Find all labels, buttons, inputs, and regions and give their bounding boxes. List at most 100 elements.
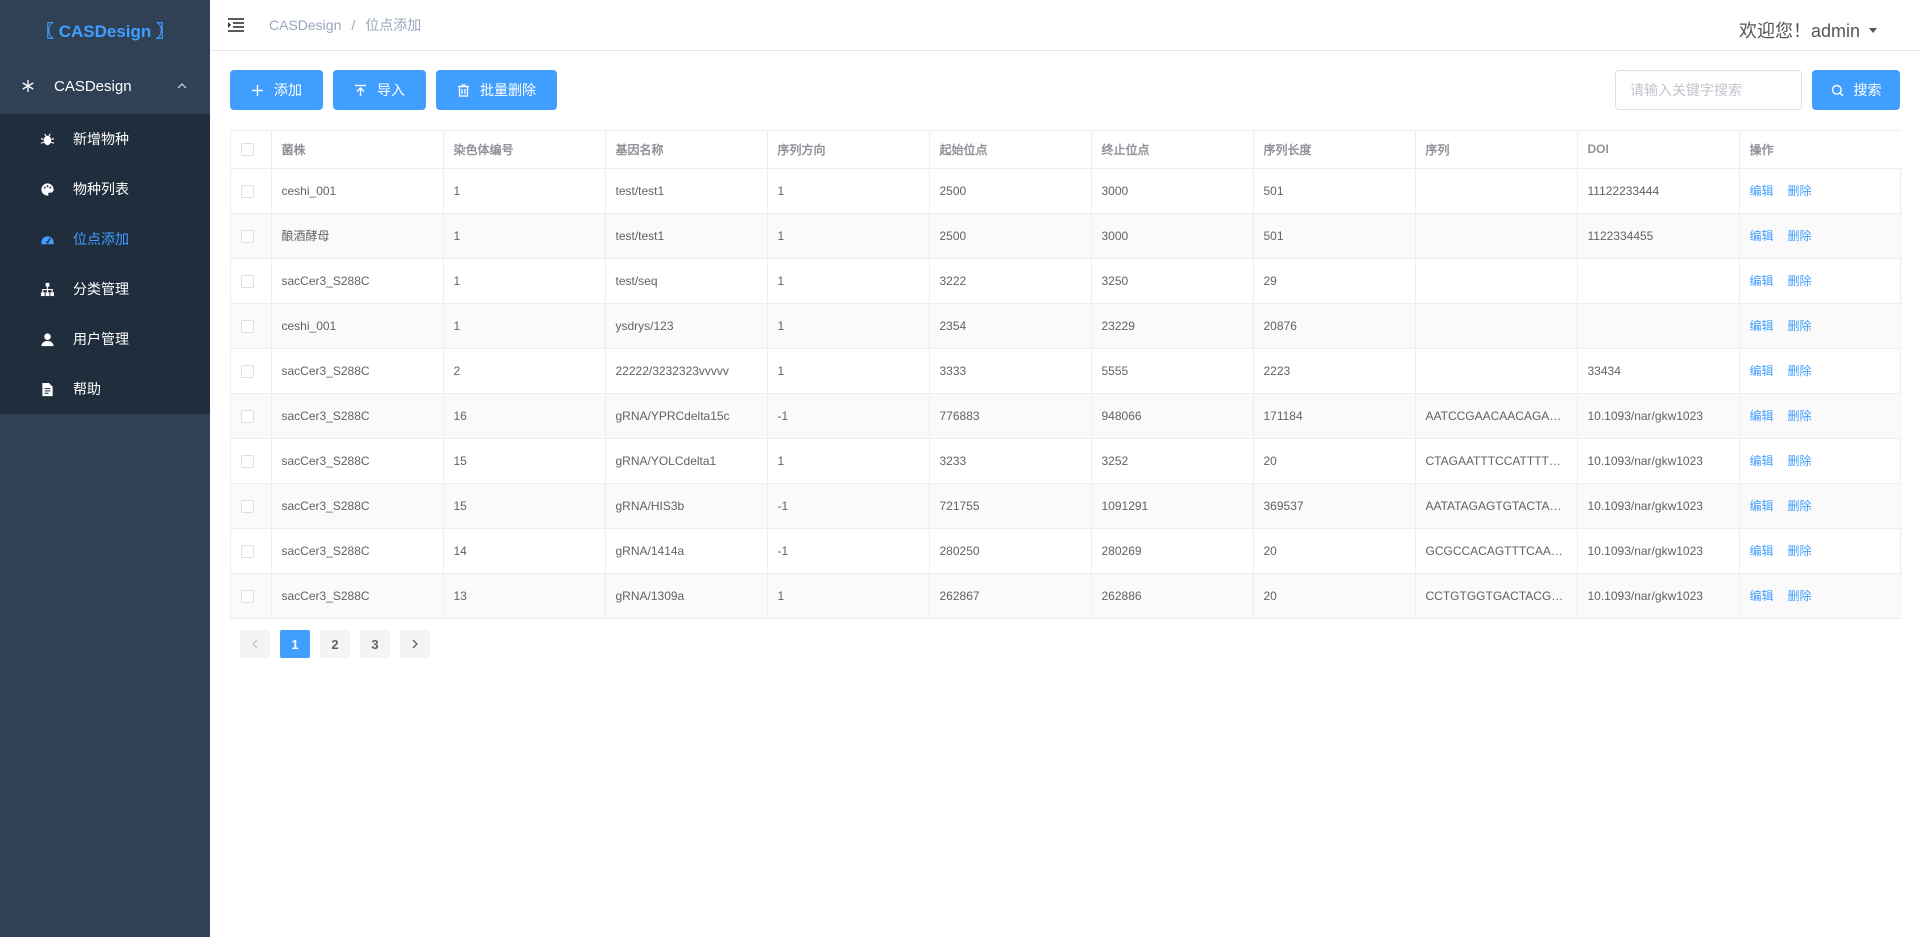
- table-cell: 3000: [1091, 213, 1254, 259]
- table-cell: GCGCCACAGTTTCAAGG...: [1415, 528, 1578, 574]
- column-header: 终止位点: [1091, 131, 1254, 169]
- import-button[interactable]: 导入: [333, 70, 426, 110]
- sidebar-logo[interactable]: 〖 CASDesign 〗: [0, 0, 210, 58]
- table-cell: 1: [767, 213, 930, 259]
- table-cell: AATATAGAGTGTACTAGA...: [1415, 483, 1578, 529]
- table-row[interactable]: ceshi_001 1 test/test1 1 2500 3000 501 11122233…: [231, 168, 1902, 214]
- sidebar-item-add-species[interactable]: 新增物种: [0, 114, 210, 164]
- table-row[interactable]: sacCer3_S288C 16 gRNA/YPRCdelta15c -1 776883…: [231, 393, 1902, 439]
- row-checkbox[interactable]: [241, 589, 254, 603]
- table-cell: 酿酒酵母: [271, 213, 444, 259]
- edit-link[interactable]: 编辑: [1750, 454, 1774, 468]
- row-checkbox[interactable]: [241, 274, 254, 288]
- column-header: 基因名称: [605, 131, 768, 169]
- table-cell: test/seq: [605, 258, 768, 304]
- plus-icon: [252, 84, 263, 96]
- table-cell: 1122334455: [1577, 213, 1740, 259]
- edit-link[interactable]: 编辑: [1750, 499, 1774, 513]
- table-cell: 776883: [929, 393, 1092, 439]
- row-checkbox[interactable]: [241, 229, 254, 243]
- sidebar-item-help[interactable]: 帮助: [0, 364, 210, 414]
- row-checkbox[interactable]: [241, 544, 254, 558]
- table-cell: [1415, 213, 1578, 259]
- hamburger-icon[interactable]: [227, 16, 245, 34]
- delete-link[interactable]: 删除: [1788, 229, 1812, 243]
- table-cell: 3000: [1091, 168, 1254, 214]
- page-button-3[interactable]: 3: [360, 630, 390, 658]
- sidebar-item-site-add[interactable]: 位点添加: [0, 214, 210, 264]
- table-row[interactable]: ceshi_001 1 ysdrys/123 1 2354 23229 20876 编辑 删除: [231, 303, 1902, 349]
- edit-link[interactable]: 编辑: [1750, 274, 1774, 288]
- select-all-checkbox[interactable]: [241, 143, 254, 157]
- delete-link[interactable]: 删除: [1788, 319, 1812, 333]
- row-checkbox[interactable]: [241, 499, 254, 513]
- table-row[interactable]: sacCer3_S288C 2 22222/3232323vvvvv 1 3333 555…: [231, 348, 1902, 394]
- user-dropdown[interactable]: 欢迎您！admin: [1739, 17, 1878, 43]
- table-cell: 280269: [1091, 528, 1254, 574]
- edit-link[interactable]: 编辑: [1750, 409, 1774, 423]
- sidebar-item-category[interactable]: 分类管理: [0, 264, 210, 314]
- edit-link[interactable]: 编辑: [1750, 184, 1774, 198]
- table-row[interactable]: sacCer3_S288C 13 gRNA/1309a 1 262867 262886 20…: [231, 573, 1902, 619]
- table-cell: 501: [1253, 168, 1416, 214]
- table-row[interactable]: sacCer3_S288C 1 test/seq 1 3222 3250 29 编辑 删除: [231, 258, 1902, 304]
- table-cell: 10.1093/nar/gkw1023: [1577, 393, 1740, 439]
- batch-delete-button[interactable]: 批量删除: [436, 70, 557, 110]
- prev-page-button[interactable]: [240, 630, 270, 658]
- table-cell: gRNA/YPRCdelta15c: [605, 393, 768, 439]
- delete-link[interactable]: 删除: [1788, 364, 1812, 378]
- table-cell: gRNA/HIS3b: [605, 483, 768, 529]
- sidebar-item-label: 分类管理: [73, 281, 129, 297]
- table-cell: 1: [767, 573, 930, 619]
- user-icon: [41, 332, 54, 346]
- table-cell: 1: [767, 258, 930, 304]
- edit-link[interactable]: 编辑: [1750, 364, 1774, 378]
- sidebar-menu-casdesign[interactable]: CASDesign: [0, 58, 210, 114]
- top-navbar: CASDesign / 位点添加 欢迎您！admin: [210, 0, 1920, 51]
- delete-link[interactable]: 删除: [1788, 454, 1812, 468]
- page-button-2[interactable]: 2: [320, 630, 350, 658]
- edit-link[interactable]: 编辑: [1750, 589, 1774, 603]
- column-header: DOI: [1577, 131, 1740, 169]
- column-header: 序列: [1415, 131, 1578, 169]
- breadcrumb-home[interactable]: CASDesign: [269, 17, 341, 33]
- delete-link[interactable]: 删除: [1788, 544, 1812, 558]
- table-cell: 280250: [929, 528, 1092, 574]
- delete-link[interactable]: 删除: [1788, 589, 1812, 603]
- row-select-cell: [231, 303, 272, 349]
- row-checkbox[interactable]: [241, 319, 254, 333]
- table-cell: ceshi_001: [271, 168, 444, 214]
- row-actions: 编辑 删除: [1739, 258, 1902, 304]
- table-cell: [1415, 258, 1578, 304]
- row-actions: 编辑 删除: [1739, 438, 1902, 484]
- add-button[interactable]: 添加: [230, 70, 323, 110]
- delete-link[interactable]: 删除: [1788, 274, 1812, 288]
- row-checkbox[interactable]: [241, 184, 254, 198]
- table-cell: 20876: [1253, 303, 1416, 349]
- delete-link[interactable]: 删除: [1788, 409, 1812, 423]
- table-row[interactable]: sacCer3_S288C 15 gRNA/YOLCdelta1 1 3233 3252 2…: [231, 438, 1902, 484]
- table-row[interactable]: 酿酒酵母 1 test/test1 1 2500 3000 501 1122334455 编辑删…: [231, 213, 1902, 259]
- table-row[interactable]: sacCer3_S288C 14 gRNA/1414a -1 280250 280269 2…: [231, 528, 1902, 574]
- delete-link[interactable]: 删除: [1788, 499, 1812, 513]
- table-cell: 262867: [929, 573, 1092, 619]
- page-button-1[interactable]: 1: [280, 630, 310, 658]
- table-cell: [1577, 258, 1740, 304]
- next-page-button[interactable]: [400, 630, 430, 658]
- edit-link[interactable]: 编辑: [1750, 229, 1774, 243]
- delete-link[interactable]: 删除: [1788, 184, 1812, 198]
- edit-link[interactable]: 编辑: [1750, 319, 1774, 333]
- sidebar-item-user[interactable]: 用户管理: [0, 314, 210, 364]
- row-checkbox[interactable]: [241, 454, 254, 468]
- column-header: 操作: [1739, 131, 1902, 169]
- sidebar-item-species-list[interactable]: 物种列表: [0, 164, 210, 214]
- table-row[interactable]: sacCer3_S288C 15 gRNA/HIS3b -1 721755 1091291…: [231, 483, 1902, 529]
- edit-link[interactable]: 编辑: [1750, 544, 1774, 558]
- table-cell: -1: [767, 393, 930, 439]
- search-button[interactable]: 搜索: [1812, 70, 1900, 110]
- row-checkbox[interactable]: [241, 409, 254, 423]
- table-cell: 20: [1253, 438, 1416, 484]
- table-cell: 1: [443, 213, 606, 259]
- search-input[interactable]: [1615, 70, 1802, 110]
- row-checkbox[interactable]: [241, 364, 254, 378]
